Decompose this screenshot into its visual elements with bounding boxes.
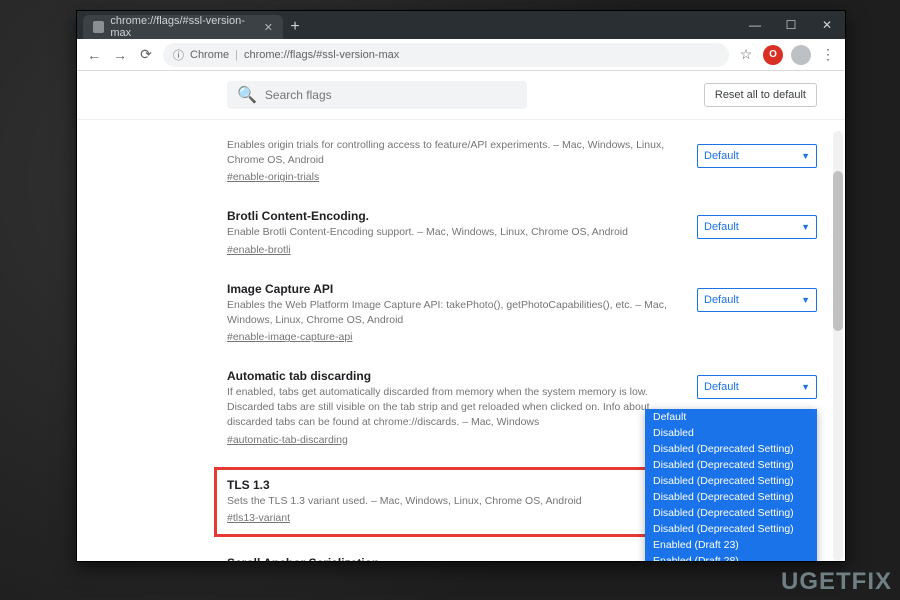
dropdown-option[interactable]: Enabled (Draft 28)	[645, 553, 817, 561]
flag-text: Image Capture API Enables the Web Platfor…	[227, 282, 667, 345]
url-chip: Chrome	[190, 49, 229, 61]
reload-button[interactable]: ⟳	[137, 46, 155, 64]
dropdown-option[interactable]: Default	[645, 409, 817, 425]
flag-title: Image Capture API	[227, 282, 667, 296]
dropdown-option[interactable]: Disabled (Deprecated Setting)	[645, 505, 817, 521]
flag-anchor-link[interactable]: #enable-origin-trials	[227, 171, 319, 183]
flag-control: Default ▼	[697, 138, 817, 185]
flag-select[interactable]: Default ▼	[697, 288, 817, 312]
browser-menu-icon[interactable]: ⋮	[819, 46, 837, 64]
chevron-down-icon: ▼	[801, 222, 810, 232]
tab-favicon	[93, 21, 104, 33]
browser-toolbar: ← → ⟳ ⓘ Chrome | chrome://flags/#ssl-ver…	[77, 39, 845, 71]
flag-row: Brotli Content-Encoding. Enable Brotli Co…	[227, 197, 817, 270]
dropdown-option[interactable]: Disabled (Deprecated Setting)	[645, 441, 817, 457]
flag-description: If enabled, tabs get automatically disca…	[227, 385, 667, 429]
search-flags-box[interactable]: 🔍	[227, 81, 527, 109]
flag-select[interactable]: Default ▼	[697, 144, 817, 168]
flag-anchor-link[interactable]: #enable-brotli	[227, 244, 291, 256]
dropdown-option[interactable]: Enabled (Draft 23)	[645, 537, 817, 553]
flag-row: Image Capture API Enables the Web Platfor…	[227, 270, 817, 357]
chevron-down-icon: ▼	[801, 295, 810, 305]
flag-control: Default ▼	[697, 282, 817, 345]
window-controls: — ☐ ✕	[737, 11, 845, 39]
flag-title: Scroll Anchor Serialization	[227, 556, 667, 561]
flag-text: Enables origin trials for controlling ac…	[227, 138, 667, 185]
search-flags-input[interactable]	[265, 88, 517, 102]
flag-description: Enables the Web Platform Image Capture A…	[227, 298, 667, 327]
page-content: 🔍 Reset all to default Enables origin tr…	[77, 71, 845, 561]
site-info-icon[interactable]: ⓘ	[173, 47, 184, 63]
watermark: UGETFIX	[781, 568, 892, 596]
flags-header: 🔍 Reset all to default	[77, 71, 845, 120]
extension-badge-icon[interactable]: O	[763, 45, 783, 65]
flag-description: Sets the TLS 1.3 variant used. – Mac, Wi…	[227, 494, 659, 509]
flag-description: Enable Brotli Content-Encoding support. …	[227, 225, 667, 240]
dropdown-option[interactable]: Disabled (Deprecated Setting)	[645, 457, 817, 473]
scrollbar-thumb[interactable]	[833, 171, 843, 331]
dropdown-option[interactable]: Disabled (Deprecated Setting)	[645, 489, 817, 505]
profile-avatar-icon[interactable]	[791, 45, 811, 65]
flag-anchor-link[interactable]: #automatic-tab-discarding	[227, 434, 348, 446]
chevron-down-icon: ▼	[801, 382, 810, 392]
flag-description: Enables origin trials for controlling ac…	[227, 138, 667, 167]
address-bar[interactable]: ⓘ Chrome | chrome://flags/#ssl-version-m…	[163, 43, 729, 67]
new-tab-button[interactable]: +	[283, 15, 307, 39]
window-titlebar: chrome://flags/#ssl-version-max ✕ + — ☐ …	[77, 11, 845, 39]
close-tab-icon[interactable]: ✕	[264, 21, 273, 34]
bookmark-star-icon[interactable]: ☆	[737, 46, 755, 64]
url-text: chrome://flags/#ssl-version-max	[244, 49, 399, 61]
close-window-button[interactable]: ✕	[809, 11, 845, 39]
dropdown-option[interactable]: Disabled (Deprecated Setting)	[645, 473, 817, 489]
forward-button[interactable]: →	[111, 46, 129, 64]
flag-select-dropdown[interactable]: DefaultDisabledDisabled (Deprecated Sett…	[645, 409, 817, 561]
url-separator: |	[235, 49, 238, 61]
flag-anchor-link[interactable]: #tls13-variant	[227, 512, 290, 524]
flag-select-value: Default	[704, 381, 739, 393]
flag-anchor-link[interactable]: #enable-image-capture-api	[227, 331, 353, 343]
reset-all-button[interactable]: Reset all to default	[704, 83, 817, 107]
minimize-button[interactable]: —	[737, 11, 773, 39]
flag-text: Brotli Content-Encoding. Enable Brotli Co…	[227, 209, 667, 258]
flag-select-value: Default	[704, 294, 739, 306]
dropdown-option[interactable]: Disabled (Deprecated Setting)	[645, 521, 817, 537]
flag-select-value: Default	[704, 150, 739, 162]
browser-window: chrome://flags/#ssl-version-max ✕ + — ☐ …	[76, 10, 846, 562]
tab-title: chrome://flags/#ssl-version-max	[110, 15, 257, 39]
dropdown-option[interactable]: Disabled	[645, 425, 817, 441]
flag-select[interactable]: Default ▼	[697, 375, 817, 399]
search-icon: 🔍	[237, 85, 257, 105]
back-button[interactable]: ←	[85, 46, 103, 64]
chevron-down-icon: ▼	[801, 151, 810, 161]
flag-row: Enables origin trials for controlling ac…	[227, 126, 817, 197]
maximize-button[interactable]: ☐	[773, 11, 809, 39]
flag-title: TLS 1.3	[227, 478, 659, 492]
flag-text: Scroll Anchor SerializationSave the scro…	[227, 556, 667, 561]
flag-control: Default ▼	[697, 209, 817, 258]
flag-text: Automatic tab discarding If enabled, tabs…	[227, 369, 667, 447]
flag-title: Automatic tab discarding	[227, 369, 667, 383]
flag-text: TLS 1.3 Sets the TLS 1.3 variant used. – …	[219, 472, 667, 533]
browser-tab[interactable]: chrome://flags/#ssl-version-max ✕	[83, 15, 283, 39]
flag-title: Brotli Content-Encoding.	[227, 209, 667, 223]
flag-select-value: Default	[704, 221, 739, 233]
flag-select[interactable]: Default ▼	[697, 215, 817, 239]
